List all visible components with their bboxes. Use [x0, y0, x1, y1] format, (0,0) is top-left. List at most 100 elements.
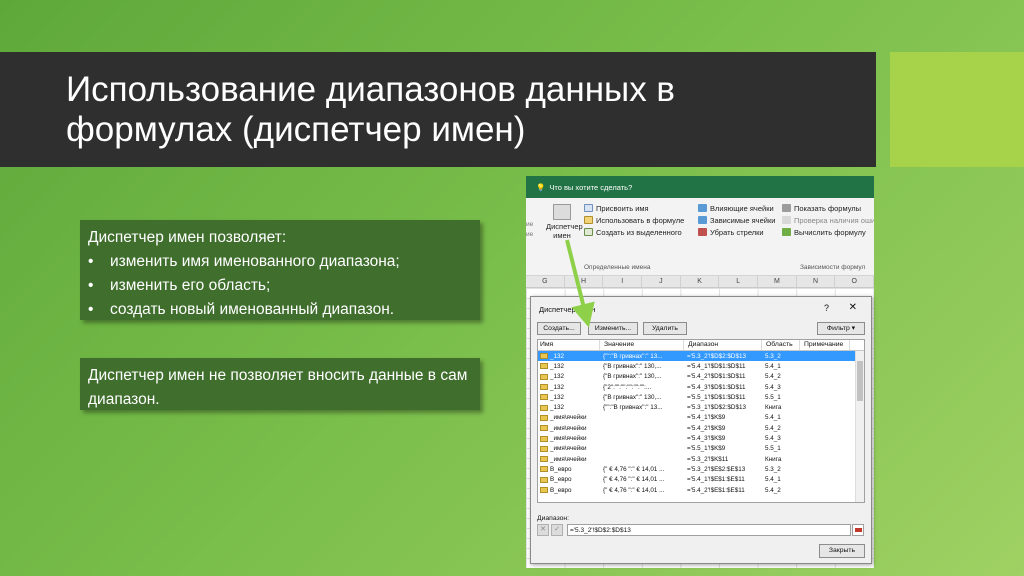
name-manager-ribbon-button[interactable]: Диспетчер имен: [546, 204, 583, 240]
range-label: Диапазон:: [537, 515, 570, 522]
column-header[interactable]: J: [642, 276, 681, 287]
trace-dependents-icon: [698, 216, 707, 224]
range-cell: ='5.4_3'!$K$9: [687, 435, 726, 443]
name-cell: _имя\ячейки: [538, 425, 600, 432]
error-checking-button[interactable]: Проверка наличия оши: [782, 214, 874, 226]
lightbulb-icon: 💡: [536, 182, 546, 192]
evaluate-formula-button[interactable]: Вычислить формулу: [782, 226, 874, 238]
name-cell: _132: [538, 373, 600, 380]
defined-names-label: Определенные имена: [584, 264, 651, 271]
name-cell: _132: [538, 363, 600, 370]
value-cell: {"":"В гривнах":" 13...: [603, 352, 663, 360]
name-cell: _132: [538, 394, 600, 401]
table-row[interactable]: _132 {"В гривнах":" 130,... ='5.4_1'!$D$1:…: [538, 361, 864, 371]
help-button[interactable]: ?: [824, 303, 829, 313]
formula-audit-col1: Влияющие ячейки Зависимые ячейки Убрать …: [698, 202, 775, 238]
edit-button[interactable]: Изменить...: [588, 322, 638, 335]
name-tag-icon: [540, 373, 548, 380]
tell-me-bar[interactable]: 💡 Что вы хотите сделать?: [526, 176, 874, 198]
name-tag-icon: [540, 353, 548, 360]
name-manager-dialog: Диспетчер имен ? ✕ Создать... Изменить..…: [530, 296, 872, 564]
table-header: Имя Значение Диапазон Область Примечание: [538, 340, 864, 351]
scope-cell: Книга: [765, 404, 782, 412]
capabilities-box: Диспетчер имен позволяет: • изменить имя …: [80, 220, 480, 320]
range-cell: ='5.3_2'!$D$2:$D$13: [687, 352, 746, 360]
column-header[interactable]: I: [603, 276, 643, 287]
name-tag-icon: [540, 394, 548, 401]
remove-arrows-button[interactable]: Убрать стрелки: [698, 226, 775, 238]
show-formulas-button[interactable]: Показать формулы: [782, 202, 874, 214]
column-header[interactable]: G: [526, 276, 565, 287]
create-button[interactable]: Создать...: [537, 322, 581, 335]
column-header-scope[interactable]: Область: [762, 340, 800, 350]
column-header-name[interactable]: Имя: [538, 340, 600, 350]
tag-icon: [584, 204, 593, 212]
table-row[interactable]: _132 {"":"В гривнах":" 13... ='5.3_1'!$D$2…: [538, 402, 864, 412]
title-bar: Использование диапазонов данных в формул…: [0, 52, 876, 167]
limitation-text: Диспетчер имен не позволяет вносить данн…: [88, 367, 468, 408]
table-row[interactable]: _имя\ячейки ='5.4_1'!$K$9 5.4_1: [538, 413, 864, 423]
range-input[interactable]: ='5.3_2'!$D$2:$D$13: [567, 524, 851, 536]
value-cell: {" € 4,76 ":" € 14,01 ...: [603, 476, 665, 484]
capabilities-heading: Диспетчер имен позволяет:: [88, 229, 287, 246]
use-in-formula-button[interactable]: Использовать в формуле: [584, 214, 684, 226]
table-body: _132 {"":"В гривнах":" 13... ='5.3_2'!$D$2…: [538, 351, 864, 495]
table-row[interactable]: _132 {"2":"":"":"":"":"":... ='5.4_3'!$D$1…: [538, 382, 864, 392]
slide-title: Использование диапазонов данных в формул…: [66, 70, 676, 149]
column-header[interactable]: L: [719, 276, 759, 287]
formula-audit-col2: Показать формулы Проверка наличия оши Вы…: [782, 202, 874, 238]
range-cell: ='5.5_1'!$K$9: [687, 445, 726, 453]
scope-cell: 5.3_2: [765, 465, 781, 473]
column-header-value[interactable]: Значение: [600, 340, 684, 350]
table-row[interactable]: _имя\ячейки ='5.4_2'!$K$9 5.4_2: [538, 423, 864, 433]
bullet-item: • создать новый именованный диапазон.: [88, 298, 470, 322]
error-check-icon: [782, 216, 791, 224]
table-row[interactable]: B_евро {" € 4,76 ":" € 14,01 ... ='5.4_1'!…: [538, 475, 864, 485]
table-row[interactable]: B_евро {" € 4,76 ":" € 14,01 ... ='5.4_2'!…: [538, 485, 864, 495]
bullet-marker: •: [88, 253, 94, 270]
name-cell: B_евро: [538, 476, 600, 483]
table-row[interactable]: _132 {"":"В гривнах":" 13... ='5.3_2'!$D$2…: [538, 351, 864, 362]
name-tag-icon: [540, 435, 548, 442]
table-row[interactable]: _имя\ячейки ='5.3_2'!$K$11 Книга: [538, 454, 864, 464]
close-button[interactable]: Закрыть: [819, 544, 865, 558]
define-name-button[interactable]: Присвоить имя: [584, 202, 684, 214]
table-row[interactable]: _имя\ячейки ='5.4_3'!$K$9 5.4_3: [538, 433, 864, 443]
range-cell: ='5.4_2'!$D$1:$D$11: [687, 373, 746, 381]
filter-button[interactable]: Фильтр ▾: [817, 322, 865, 335]
column-header[interactable]: N: [797, 276, 836, 287]
create-from-selection-button[interactable]: Создать из выделенного: [584, 226, 684, 238]
scope-cell: 5.3_2: [765, 352, 781, 360]
column-header-comment[interactable]: Примечание: [800, 340, 850, 350]
confirm-edit-icon[interactable]: ✓: [551, 524, 563, 536]
table-row[interactable]: _имя\ячейки ='5.5_1'!$K$9 5.5_1: [538, 444, 864, 454]
dialog-title: Диспетчер имен: [539, 305, 596, 314]
close-icon[interactable]: ✕: [849, 302, 857, 313]
column-header[interactable]: K: [681, 276, 720, 287]
table-scrollbar[interactable]: [855, 351, 864, 502]
range-cell: ='5.4_2'!$E$1:$E$11: [687, 486, 745, 494]
column-header[interactable]: O: [835, 276, 874, 287]
name-cell: _132: [538, 384, 600, 391]
name-cell: _имя\ячейки: [538, 435, 600, 442]
scope-cell: 5.4_3: [765, 435, 781, 443]
limitation-box: Диспетчер имен не позволяет вносить данн…: [80, 358, 480, 410]
collapse-dialog-icon[interactable]: [852, 524, 864, 536]
table-row[interactable]: _132 {"В гривнах":" 130,... ='5.5_1'!$D$1:…: [538, 392, 864, 402]
cancel-edit-icon[interactable]: ✕: [537, 524, 549, 536]
delete-button[interactable]: Удалить: [643, 322, 687, 335]
trace-dependents-button[interactable]: Зависимые ячейки: [698, 214, 775, 226]
name-tag-icon: [540, 487, 548, 493]
scope-cell: 5.4_1: [765, 362, 781, 370]
trace-precedents-button[interactable]: Влияющие ячейки: [698, 202, 775, 214]
bullet-marker: •: [88, 277, 94, 294]
name-cell: B_евро: [538, 487, 600, 494]
column-header[interactable]: M: [758, 276, 797, 287]
table-row[interactable]: B_евро {" € 4,76 ":" € 14,01 ... ='5.3_2'!…: [538, 464, 864, 474]
column-header[interactable]: H: [565, 276, 604, 287]
scrollbar-thumb[interactable]: [857, 361, 863, 401]
formula-audit-label: Зависимости формул: [800, 264, 866, 271]
scope-cell: 5.4_2: [765, 373, 781, 381]
table-row[interactable]: _132 {"В гривнах":" 130,... ='5.4_2'!$D$1:…: [538, 372, 864, 382]
column-header-range[interactable]: Диапазон: [684, 340, 762, 350]
